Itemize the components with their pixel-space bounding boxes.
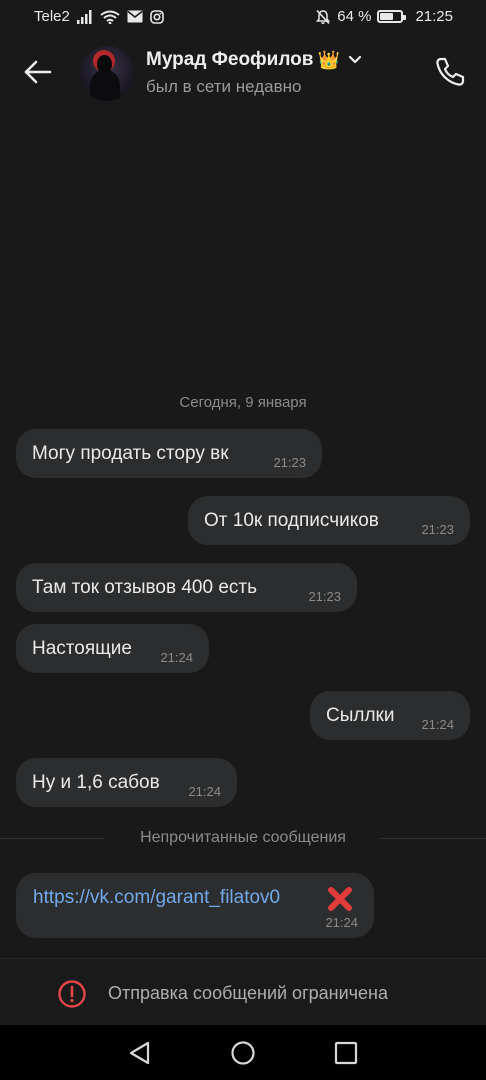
nav-home-icon[interactable] — [229, 1039, 257, 1067]
message-bubble-incoming[interactable]: Там ток отзывов 400 есть 21:23 — [16, 563, 357, 612]
restricted-message: Отправка сообщений ограничена — [108, 983, 388, 1003]
message-time: 21:23 — [308, 589, 341, 604]
battery-icon — [377, 10, 407, 23]
contact-name: Мурад Феофилов — [146, 49, 314, 70]
status-bar: Tele2 64 % 21:25 — [0, 0, 486, 34]
messaging-restricted-bar: Отправка сообщений ограничена — [0, 958, 486, 1025]
instagram-icon — [150, 9, 164, 24]
system-nav-bar — [0, 1025, 486, 1080]
chat-header: Мурад Феофилов 👑 был в сети недавно — [0, 34, 486, 114]
message-bubble-incoming[interactable]: Ну и 1,6 сабов 21:24 — [16, 758, 237, 807]
carrier-label: Tele2 — [34, 8, 70, 25]
signal-icon — [76, 9, 92, 24]
divider — [380, 838, 486, 839]
message-time: 21:24 — [421, 717, 454, 732]
chevron-down-icon[interactable] — [348, 55, 362, 65]
unread-separator: Непрочитанные сообщения — [0, 827, 486, 849]
message-bubble-incoming[interactable]: Настоящие 21:24 — [16, 624, 209, 673]
message-time: 21:24 — [160, 650, 193, 665]
message-bubble-outgoing[interactable]: От 10к подписчиков 21:23 — [188, 496, 470, 545]
nav-back-icon[interactable] — [126, 1039, 154, 1067]
battery-percent: 64 % — [337, 8, 372, 25]
avatar[interactable] — [80, 46, 135, 101]
message-time: 21:24 — [325, 915, 358, 930]
contact-status: был в сети недавно — [146, 77, 302, 96]
message-time: 21:24 — [188, 784, 221, 799]
mute-icon — [316, 9, 331, 24]
message-text: Сыллки — [326, 705, 395, 726]
message-link[interactable]: https://vk.com/garant_filatov0 — [33, 887, 280, 909]
message-text: Могу продать стору вк — [32, 443, 229, 464]
nav-recents-icon[interactable] — [332, 1039, 360, 1067]
message-bubble-outgoing[interactable]: Сыллки 21:24 — [310, 691, 470, 740]
message-bubble-link[interactable]: https://vk.com/garant_filatov0 21:24 — [16, 873, 374, 938]
message-text: Настоящие — [32, 638, 132, 659]
clock: 21:25 — [415, 8, 453, 25]
mail-icon — [127, 10, 143, 23]
message-text: От 10к подписчиков — [204, 510, 379, 531]
message-bubble-incoming[interactable]: Могу продать стору вк 21:23 — [16, 429, 322, 478]
message-time: 21:23 — [421, 522, 454, 537]
date-separator: Сегодня, 9 января — [179, 394, 307, 411]
message-text: Там ток отзывов 400 есть — [32, 577, 257, 598]
back-arrow-icon[interactable] — [20, 54, 56, 90]
wifi-icon — [100, 10, 120, 24]
x-mark-icon — [328, 887, 352, 911]
contact-name-row[interactable]: Мурад Феофилов 👑 — [146, 49, 362, 71]
phone-icon[interactable] — [432, 54, 468, 90]
message-text: Ну и 1,6 сабов — [32, 772, 160, 793]
warning-circle-icon — [58, 980, 86, 1008]
crown-emoji: 👑 — [317, 50, 340, 70]
message-time: 21:23 — [273, 455, 306, 470]
